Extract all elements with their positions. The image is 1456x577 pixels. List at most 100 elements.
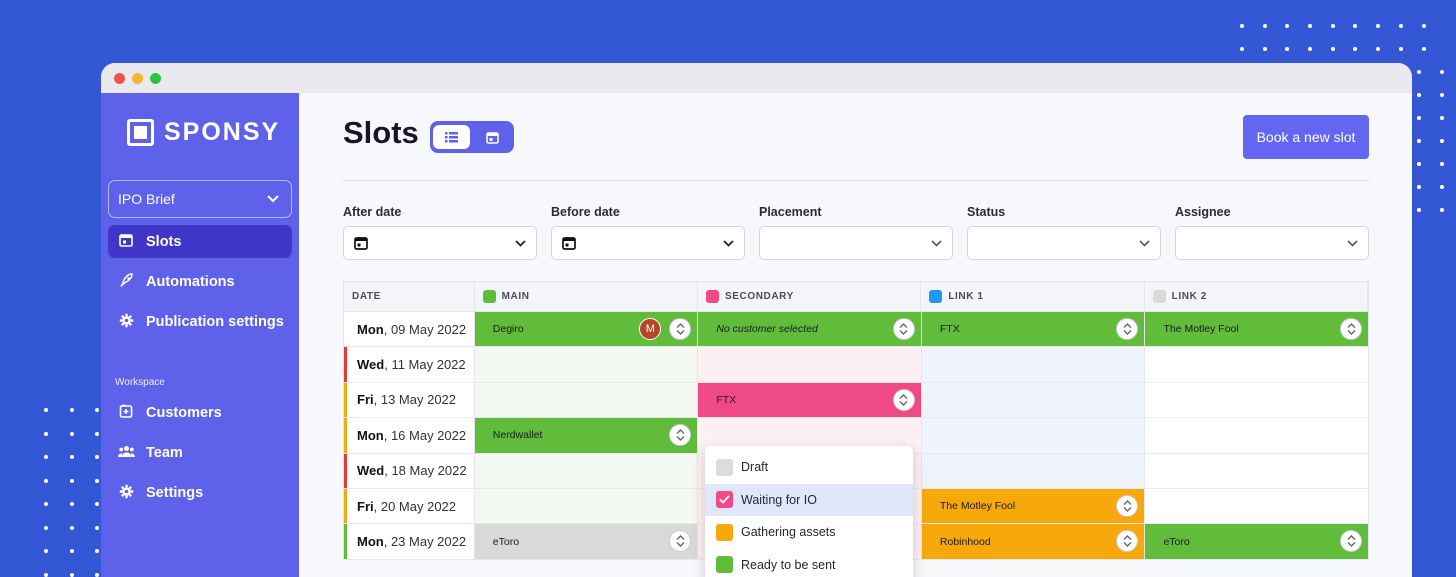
status-stepper-icon[interactable] [669,530,692,553]
slot-cell-link-2[interactable]: eToro [1145,524,1370,559]
slot-customer-name: eToro [1163,535,1190,548]
app-window: SPONSY IPO Brief Slots Automations Publi… [101,63,1412,577]
placement-select[interactable] [759,226,953,260]
status-stepper-icon[interactable] [669,424,692,447]
status-stepper-icon[interactable] [1116,530,1139,553]
status-stepper-icon[interactable] [1116,318,1139,340]
date-day: Wed [357,357,385,373]
after-date-input[interactable] [343,226,537,260]
calendar-icon [118,233,134,250]
slot-booking[interactable]: The Motley Fool [1145,312,1369,347]
dot [1417,139,1421,143]
slot-cell-main[interactable]: eToro [474,524,699,559]
status-select[interactable] [967,226,1161,260]
slot-booking[interactable]: FTX [698,382,921,418]
slot-cell-link-2[interactable]: The Motley Fool [1145,312,1370,347]
slot-cell-link-1[interactable] [921,382,1146,418]
dot [1308,47,1313,51]
list-icon [445,131,458,142]
status-stepper-icon[interactable] [1340,530,1363,553]
slot-cell-link-2[interactable] [1145,488,1370,524]
slot-cell-main[interactable] [474,488,699,524]
sidebar-item-customers[interactable]: Customers [108,396,292,429]
slot-cell-link-2[interactable] [1145,347,1370,382]
list-view-button[interactable] [433,125,470,149]
status-stepper-icon[interactable] [1116,494,1139,517]
slot-cell-link-2[interactable] [1145,382,1370,418]
slot-booking[interactable]: The Motley Fool [921,488,1145,524]
slot-cell-link-1[interactable] [921,453,1146,488]
assignee-avatar[interactable]: M [639,318,662,340]
slot-booking[interactable]: eToro [474,524,698,559]
slot-cell-secondary[interactable] [698,347,922,382]
workspace-select[interactable]: IPO Brief [108,180,292,218]
minimize-window-button[interactable] [132,73,143,84]
status-option-draft[interactable]: Draft [705,451,913,484]
before-date-input[interactable] [551,226,745,260]
status-option-ready-to-be-sent[interactable]: Ready to be sent [705,549,913,577]
slot-customer-name: FTX [716,393,737,406]
maximize-window-button[interactable] [150,73,161,84]
slot-booking[interactable]: eToro [1145,524,1369,559]
chevron-down-icon [267,195,279,203]
filter-assignee: Assignee [1175,205,1369,260]
slot-cell-link-2[interactable] [1145,453,1370,488]
date-day: Wed [357,463,385,479]
filter-placement: Placement [759,205,953,260]
dot [95,502,99,506]
slot-booking[interactable]: FTX [921,312,1145,347]
slot-cell-link-1[interactable]: The Motley Fool [921,488,1146,524]
column-header-label: SECONDARY [724,291,794,302]
dot [1262,47,1267,51]
slot-cell-main[interactable] [474,382,699,418]
status-stepper-icon[interactable] [892,318,915,340]
assignee-select[interactable] [1175,226,1369,260]
book-new-slot-button[interactable]: Book a new slot [1243,115,1369,159]
column-header-label: MAIN [501,291,530,302]
dot [44,525,48,530]
main-content: Slots Book a new slot After date Before … [299,93,1412,577]
sidebar-item-team[interactable]: Team [108,436,292,469]
logo[interactable]: SPONSY [127,118,280,147]
status-stepper-icon[interactable] [1340,318,1363,340]
sidebar-item-publication-settings[interactable]: Publication settings [108,305,292,338]
dot [1417,185,1421,189]
close-window-button[interactable] [114,73,125,84]
column-header-main: MAIN [475,282,698,311]
slot-cell-main[interactable]: Nerdwallet [474,418,699,453]
slot-cell-main[interactable]: Degiro M [474,312,699,347]
filter-label: Placement [759,205,822,219]
status-stepper-icon[interactable] [669,318,692,340]
sidebar-item-label: Publication settings [146,313,284,330]
slot-cell-secondary[interactable]: FTX [698,382,922,418]
date-day: Mon [357,534,384,550]
slot-cell-link-1[interactable]: FTX [921,312,1146,347]
slot-cell-secondary[interactable]: No customer selected [698,312,922,347]
dot [44,572,48,577]
slot-cell-link-2[interactable] [1145,418,1370,453]
status-option-gathering-assets[interactable]: Gathering assets [705,516,913,549]
date-cell: Fri, 13 May 2022 [344,382,475,418]
slot-cell-link-1[interactable] [921,347,1146,382]
group-icon [118,445,135,460]
slot-booking[interactable]: Nerdwallet [474,418,698,453]
slot-booking[interactable]: No customer selected [698,312,921,347]
sidebar-item-settings[interactable]: Settings [108,476,292,509]
slot-booking[interactable]: Robinhood [921,524,1145,559]
sidebar-item-slots[interactable]: Slots [108,225,292,258]
sidebar-item-automations[interactable]: Automations [108,265,292,298]
calendar-view-button[interactable] [474,125,511,149]
slot-cell-main[interactable] [474,347,699,382]
slot-booking[interactable]: Degiro M [474,312,698,347]
slot-cell-link-1[interactable]: Robinhood [921,524,1146,559]
slot-customer-name: Degiro [492,323,524,336]
gear-icon [118,484,134,502]
status-stepper-icon[interactable] [892,388,915,411]
section-label-workspace: Workspace [115,377,165,388]
dot [44,549,48,553]
status-option-label: Ready to be sent [741,557,836,572]
header-divider [343,180,1369,181]
slot-cell-link-1[interactable] [921,418,1146,453]
status-option-waiting-for-io[interactable]: Waiting for IO [705,483,913,516]
slot-cell-main[interactable] [474,453,699,488]
